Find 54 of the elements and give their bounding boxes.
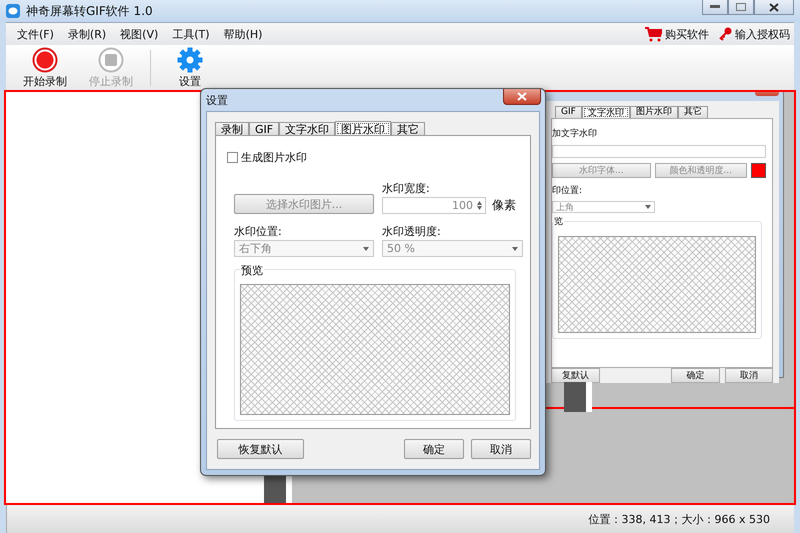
window-title: 神奇屏幕转GIF软件 1.0 <box>26 2 153 20</box>
tab[interactable]: 其它 <box>391 122 426 135</box>
dropdown-arrow-icon <box>512 246 518 250</box>
menu-item[interactable]: 文件(F) <box>10 26 61 42</box>
ok-button[interactable]: 确定 <box>404 439 464 459</box>
cancel-button[interactable]: 取消 <box>471 439 531 459</box>
tab[interactable]: 其它 <box>678 106 708 118</box>
settings-icon <box>177 46 203 72</box>
cancel-button[interactable]: 取消 <box>725 368 773 383</box>
menu-item[interactable]: 录制(R) <box>60 26 114 42</box>
group-label: 览 <box>553 215 564 228</box>
reset-button[interactable]: 复默认 <box>551 368 600 383</box>
option-label: 加文字水印 <box>552 128 598 140</box>
close-icon <box>517 92 527 101</box>
field-label: 水印透明度: <box>382 224 442 240</box>
unit-label: 像素 <box>492 197 516 214</box>
menu-item[interactable]: 帮助(H) <box>216 26 270 42</box>
close-button[interactable] <box>503 89 541 105</box>
checkbox[interactable] <box>227 152 238 163</box>
record-icon <box>32 46 58 72</box>
ruler-block <box>564 382 592 412</box>
tab[interactable]: 录制 <box>215 122 249 135</box>
field-label: 水印宽度: <box>382 181 431 197</box>
minimize-button[interactable] <box>702 0 728 15</box>
stop-icon <box>98 46 124 72</box>
dropdown-arrow-icon <box>363 246 369 250</box>
cart-icon <box>645 26 662 42</box>
checkbox-label: 生成图片水印 <box>241 150 307 165</box>
menu-item[interactable]: 工具(T) <box>165 26 217 42</box>
tab[interactable]: 图片水印 <box>630 106 678 118</box>
menu-link[interactable]: 购买软件 <box>665 26 709 42</box>
tab[interactable]: GIF <box>555 106 582 118</box>
key-icon <box>719 27 732 41</box>
reset-button[interactable]: 恢复默认 <box>217 439 304 459</box>
group-label: 预览 <box>240 263 264 278</box>
menu-link[interactable]: 输入授权码 <box>735 26 790 42</box>
ok-button[interactable]: 确定 <box>671 368 720 383</box>
maximize-button[interactable] <box>728 0 754 15</box>
tab[interactable]: 文字水印 <box>279 122 336 135</box>
app-icon <box>6 4 20 18</box>
field-label: 水印位置: <box>234 224 283 240</box>
toolbar-button[interactable]: 设置 <box>159 46 221 88</box>
close-icon <box>769 2 779 12</box>
minimize-icon <box>710 5 720 9</box>
field-label: 印位置: <box>552 184 584 197</box>
status-text: 位置：338, 413；大小：966 x 530 <box>588 512 770 526</box>
dropdown-arrow-icon <box>645 205 651 209</box>
close-button[interactable] <box>754 0 794 15</box>
maximize-icon <box>736 3 746 11</box>
dialog-title: 设置 <box>206 92 228 108</box>
toolbar-button[interactable]: 开始录制 <box>14 46 76 88</box>
menu-item[interactable]: 视图(V) <box>113 26 166 42</box>
tab[interactable]: GIF <box>249 122 280 135</box>
spin-arrows-icon <box>477 201 482 210</box>
